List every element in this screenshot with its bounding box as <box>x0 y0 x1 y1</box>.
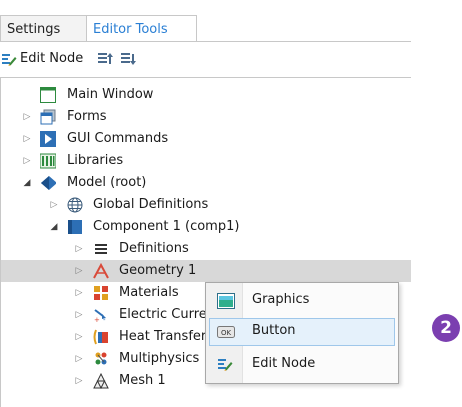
tree-item-label: Electric Curre <box>119 307 207 322</box>
tab-editor-tools[interactable]: Editor Tools <box>86 15 197 42</box>
svg-text:-: - <box>103 316 106 323</box>
tree-item-geometry-1[interactable]: ▷ Geometry 1 <box>1 260 411 282</box>
expand-arrow-icon[interactable]: ▷ <box>74 330 84 344</box>
move-down-icon <box>121 53 136 65</box>
tab-settings[interactable]: Settings <box>0 15 87 42</box>
tree-item-gui-commands[interactable]: ▷ GUI Commands <box>1 128 411 150</box>
tree-item-label: GUI Commands <box>67 131 169 146</box>
tree-item-label: Heat Transfer <box>119 329 207 344</box>
expand-arrow-icon[interactable]: ▷ <box>49 198 59 212</box>
edit-node-icon <box>2 54 17 66</box>
move-up-icon <box>98 53 113 64</box>
tree-item-label: Model (root) <box>67 175 147 190</box>
tree-item-label: Geometry 1 <box>119 263 197 278</box>
mesh-icon <box>93 373 109 389</box>
move-up-button[interactable] <box>97 50 113 68</box>
gui-commands-icon <box>40 131 56 147</box>
tree-item-forms[interactable]: ▷ Forms <box>1 106 411 128</box>
tree-item-label: Global Definitions <box>93 197 209 212</box>
tab-bar: Settings Editor Tools <box>0 0 462 42</box>
definitions-icon <box>95 244 107 254</box>
tree-item-global-definitions[interactable]: ▷ Global Definitions <box>1 194 411 216</box>
tree-item-component-1[interactable]: ◢ Component 1 (comp1) <box>1 216 411 238</box>
window-icon <box>40 87 56 103</box>
expand-arrow-icon[interactable]: ▷ <box>74 264 84 278</box>
menu-item-label: Graphics <box>252 292 310 307</box>
expand-arrow-icon[interactable]: ▷ <box>74 374 84 388</box>
toolbar: Edit Node <box>0 42 411 74</box>
move-down-button[interactable] <box>120 50 136 68</box>
expand-arrow-icon[interactable]: ▷ <box>22 110 32 124</box>
tree-item-label: Materials <box>119 285 179 300</box>
button-icon: OK <box>217 326 235 338</box>
svg-text:OK: OK <box>221 329 232 337</box>
tree-item-model-root[interactable]: ◢ Model (root) <box>1 172 411 194</box>
tree-item-definitions[interactable]: ▷ Definitions <box>1 238 411 260</box>
expand-arrow-icon[interactable]: ▷ <box>74 286 84 300</box>
globe-icon <box>67 197 83 213</box>
tree-item-label: Multiphysics <box>119 351 200 366</box>
graphics-icon <box>217 293 235 309</box>
step-callout-badge: 2 <box>432 314 460 342</box>
multiphysics-icon <box>95 352 107 365</box>
menu-item-label: Button <box>252 323 296 338</box>
tree-item-label: Component 1 (comp1) <box>93 219 240 234</box>
expand-arrow-icon[interactable]: ▷ <box>74 242 84 256</box>
collapse-arrow-icon[interactable]: ◢ <box>22 176 32 190</box>
edit-node-button[interactable]: Edit Node <box>0 50 90 68</box>
heat-transfer-icon <box>93 329 108 345</box>
electric-currents-icon: + - <box>94 309 106 323</box>
edit-node-icon <box>218 359 233 371</box>
menu-item-graphics[interactable]: Graphics <box>209 287 395 315</box>
materials-icon <box>94 286 108 300</box>
forms-icon <box>40 109 56 125</box>
expand-arrow-icon[interactable]: ▷ <box>22 132 32 146</box>
tree-item-label: Definitions <box>119 241 189 256</box>
expand-arrow-icon[interactable]: ▷ <box>74 308 84 322</box>
geometry-icon <box>93 263 109 279</box>
collapse-arrow-icon[interactable]: ◢ <box>49 220 59 234</box>
edit-node-label: Edit Node <box>20 51 84 66</box>
tree-item-libraries[interactable]: ▷ Libraries <box>1 150 411 172</box>
tree-item-label: Forms <box>67 109 107 124</box>
menu-item-label: Edit Node <box>252 356 316 371</box>
menu-item-button[interactable]: OK Button <box>209 318 395 346</box>
tree-item-label: Mesh 1 <box>119 373 166 388</box>
svg-text:+: + <box>94 316 100 323</box>
menu-item-edit-node[interactable]: Edit Node <box>209 351 395 379</box>
tree-item-label: Libraries <box>67 153 124 168</box>
tree-item-label: Main Window <box>67 87 154 102</box>
libraries-icon <box>40 153 56 169</box>
context-menu: Graphics OK Button Edit Node <box>205 282 399 384</box>
component-icon <box>68 220 82 234</box>
model-icon <box>41 176 56 190</box>
expand-arrow-icon[interactable]: ▷ <box>22 154 32 168</box>
tree-item-main-window[interactable]: Main Window <box>1 84 411 106</box>
expand-arrow-icon[interactable]: ▷ <box>74 352 84 366</box>
